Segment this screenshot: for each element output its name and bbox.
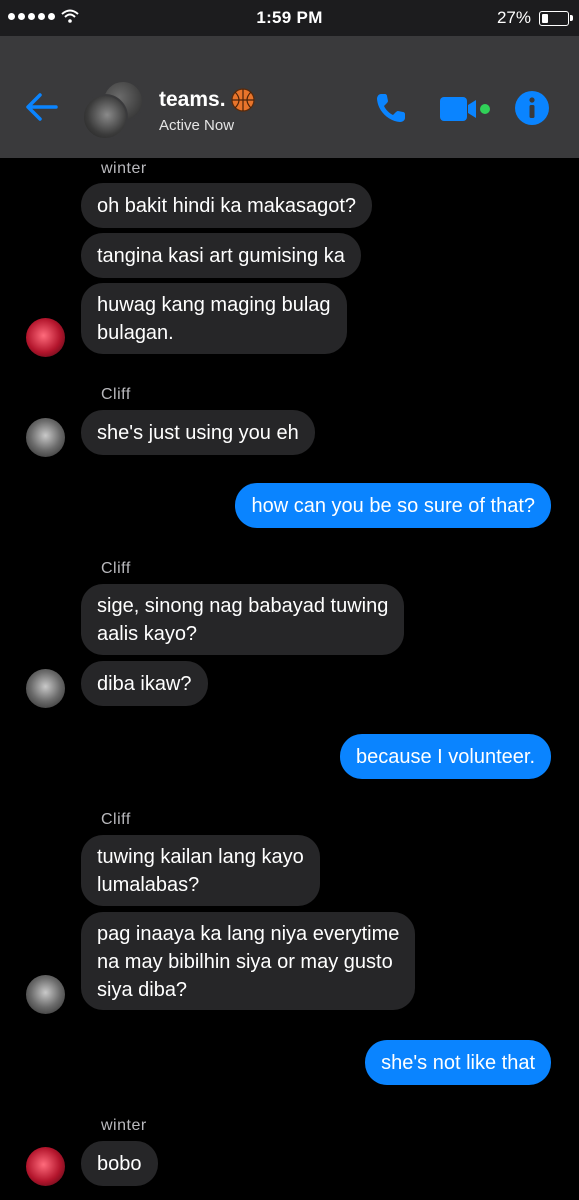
chat-title-text: teams.: [159, 88, 226, 111]
avatar[interactable]: [26, 1147, 65, 1186]
status-bar: 1:59 PM 27%: [0, 0, 579, 36]
incoming-message[interactable]: sige, sinong nag babayad tuwing aalis kay…: [81, 584, 405, 655]
chat-title[interactable]: teams.: [159, 88, 255, 112]
battery-icon: [539, 10, 573, 26]
active-status: Active Now: [159, 117, 235, 134]
group-avatar[interactable]: [82, 80, 144, 140]
incoming-message[interactable]: tangina kasi art gumising ka: [81, 233, 361, 278]
incoming-message[interactable]: oh bakit hindi ka makasagot?: [81, 183, 373, 228]
incoming-message[interactable]: diba ikaw?: [81, 661, 208, 706]
info-icon[interactable]: [514, 90, 550, 126]
avatar[interactable]: [26, 975, 65, 1014]
outgoing-message[interactable]: because I volunteer.: [339, 734, 551, 779]
battery-percent: 27%: [496, 8, 531, 27]
outgoing-message[interactable]: how can you be so sure of that?: [235, 483, 551, 528]
sender-name: Cliff: [101, 386, 131, 403]
sender-name: Cliff: [101, 811, 131, 828]
avatar[interactable]: [26, 318, 65, 357]
incoming-message[interactable]: she's just using you eh: [81, 410, 315, 455]
avatar[interactable]: [26, 669, 65, 708]
sender-name: Cliff: [101, 560, 131, 577]
incoming-message[interactable]: huwag kang maging bulag bulagan.: [81, 283, 347, 354]
chat-header: teams. Active Now: [0, 36, 579, 158]
incoming-message[interactable]: pag inaaya ka lang niya everytime na may …: [81, 912, 416, 1010]
group-avatar-front: [82, 94, 128, 140]
back-arrow-icon[interactable]: [24, 92, 58, 122]
incoming-message[interactable]: tuwing kailan lang kayo lumalabas?: [81, 835, 320, 906]
outgoing-message[interactable]: she's not like that: [365, 1040, 551, 1085]
video-icon[interactable]: [440, 96, 492, 122]
status-time: 1:59 PM: [256, 8, 323, 27]
incoming-message[interactable]: bobo: [81, 1141, 158, 1186]
sender-name: winter: [101, 160, 147, 177]
phone-icon[interactable]: [374, 91, 408, 125]
basketball-icon: [230, 88, 255, 112]
sender-name: winter: [101, 1117, 147, 1134]
avatar[interactable]: [26, 418, 65, 457]
